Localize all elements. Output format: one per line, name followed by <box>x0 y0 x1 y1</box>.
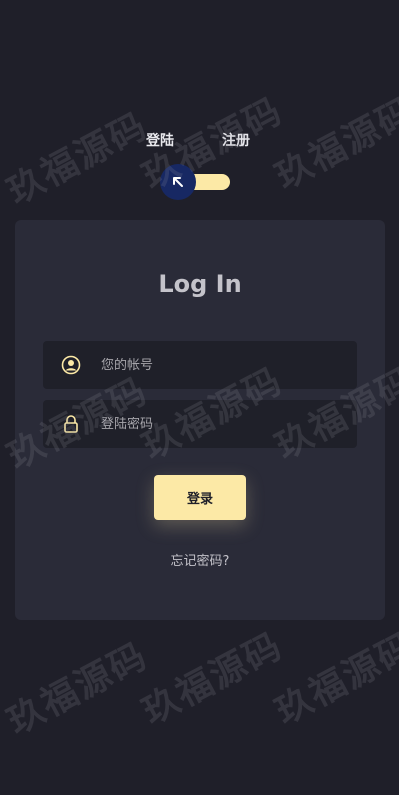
watermark: 玖福源码 <box>135 625 290 733</box>
auth-toggle-switch[interactable] <box>160 164 230 200</box>
username-field <box>43 341 357 389</box>
forgot-password-link[interactable]: 忘记密码? <box>15 550 385 569</box>
watermark: 玖福源码 <box>0 105 155 213</box>
password-field <box>43 400 357 448</box>
tab-login[interactable]: 登陆 <box>146 130 174 150</box>
user-circle-icon <box>59 353 83 377</box>
login-page: 登陆 注册 Log In 您的帐号 登录 忘记密码? 玖福源码 玖福源码 玖福源… <box>0 0 399 795</box>
card-title: Log In <box>158 270 242 298</box>
arrow-up-left-icon <box>173 177 183 187</box>
watermark: 玖福源码 <box>0 635 155 743</box>
switch-knob[interactable] <box>160 164 196 200</box>
username-input[interactable] <box>101 357 357 373</box>
watermark: 玖福源码 <box>268 90 399 198</box>
login-submit-button[interactable]: 登录 <box>154 475 246 520</box>
watermark: 玖福源码 <box>268 625 399 733</box>
login-card: Log In 登录 忘记密码? <box>15 220 385 620</box>
lock-icon <box>59 412 83 436</box>
tab-register[interactable]: 注册 <box>222 130 250 150</box>
password-input[interactable] <box>101 416 357 432</box>
